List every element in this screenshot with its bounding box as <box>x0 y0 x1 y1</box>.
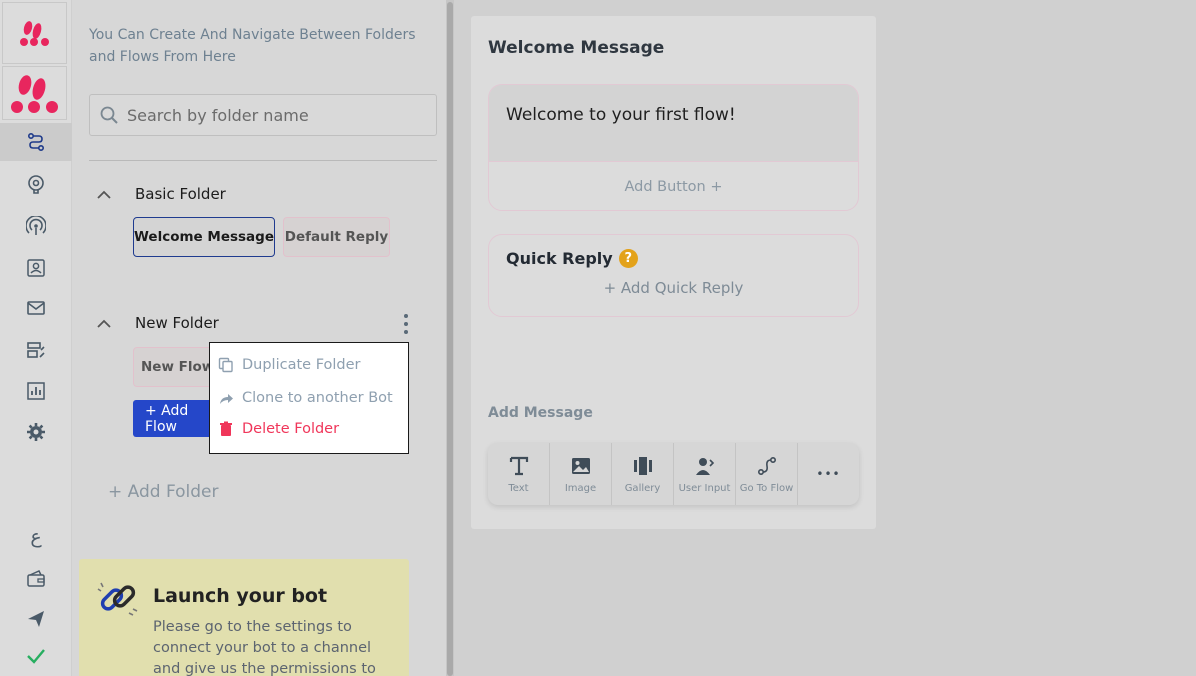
folder-new[interactable]: New Folder <box>89 313 219 333</box>
add-message-label: Add Message <box>488 405 593 421</box>
tool-text[interactable]: Text <box>488 443 550 505</box>
rail-mail[interactable] <box>0 289 72 327</box>
folder-name: New Folder <box>135 314 219 332</box>
chevron-up-icon[interactable] <box>89 184 119 204</box>
left-rail: ع <box>0 0 72 676</box>
panel-intro: You Can Create And Navigate Between Fold… <box>89 27 416 65</box>
share-icon <box>220 394 233 404</box>
add-folder-button[interactable]: + Add Folder <box>108 482 219 502</box>
flow-chip-default-reply[interactable]: Default Reply <box>283 217 390 257</box>
brand-logo-icon <box>19 21 49 46</box>
folder-context-menu: Duplicate Folder Clone to another Bot De… <box>209 342 409 454</box>
broadcast-icon <box>26 216 46 235</box>
contacts-icon <box>27 259 45 277</box>
rail-contacts[interactable] <box>0 249 72 287</box>
flow-chip-welcome-message[interactable]: Welcome Message <box>133 217 275 257</box>
settings-icon <box>27 423 45 441</box>
flows-icon <box>27 132 45 152</box>
rail-language[interactable]: ع <box>0 518 72 556</box>
rail-check[interactable] <box>0 637 72 675</box>
flow-chip-new-flow[interactable]: New Flow <box>133 347 213 387</box>
tool-label: Gallery <box>624 482 661 494</box>
menu-item-label: Clone to another Bot <box>242 390 393 406</box>
tool-go-to-flow[interactable]: Go To Flow <box>736 443 798 505</box>
divider <box>89 160 437 161</box>
launch-text: Please go to the settings to connect you… <box>153 619 376 676</box>
image-icon <box>571 457 590 474</box>
rail-integrations[interactable] <box>0 331 72 369</box>
rail-settings[interactable] <box>0 413 72 451</box>
flow-title: Welcome Message <box>488 38 665 58</box>
send-icon <box>28 611 44 627</box>
rail-broadcast[interactable] <box>0 207 72 245</box>
menu-item-label: Delete Folder <box>242 421 340 437</box>
message-text[interactable]: Welcome to your first flow! <box>489 85 858 161</box>
user-input-icon <box>695 457 714 475</box>
check-icon <box>27 649 45 664</box>
tool-image[interactable]: Image <box>550 443 612 505</box>
menu-clone-to-bot[interactable]: Clone to another Bot <box>218 390 393 406</box>
tool-gallery[interactable]: Gallery <box>612 443 674 505</box>
folder-search[interactable] <box>89 94 437 136</box>
gallery-icon <box>633 456 652 475</box>
wallet-icon <box>27 570 45 587</box>
copy-icon <box>218 357 233 373</box>
chevron-up-icon[interactable] <box>89 313 119 333</box>
menu-duplicate-folder[interactable]: Duplicate Folder <box>218 357 361 373</box>
message-type-toolbar: Text Image Gallery User Input Go To Flow… <box>488 443 859 505</box>
help-icon[interactable]: ? <box>618 249 638 268</box>
quick-reply-title: Quick Reply ? <box>506 249 638 268</box>
trash-icon <box>220 421 232 436</box>
brand-logo-large[interactable] <box>2 66 67 120</box>
folder-basic[interactable]: Basic Folder <box>89 184 226 204</box>
language-icon: ع <box>30 526 42 548</box>
tool-label: Text <box>508 482 529 494</box>
text-icon <box>509 456 528 475</box>
menu-item-label: Duplicate Folder <box>242 357 361 373</box>
more-icon: ••• <box>816 467 841 481</box>
ai-brain-icon <box>28 175 44 194</box>
launch-title: Launch your bot <box>153 585 328 607</box>
tool-user-input[interactable]: User Input <box>674 443 736 505</box>
brand-logo-large-icon <box>10 75 58 113</box>
folder-name: Basic Folder <box>135 185 226 203</box>
rail-ai[interactable] <box>0 165 72 203</box>
rail-analytics[interactable] <box>0 372 72 410</box>
quick-reply-label: Quick Reply <box>506 249 613 268</box>
add-button[interactable]: Add Button + <box>489 162 858 195</box>
tool-label: Image <box>564 482 597 494</box>
message-block[interactable]: Welcome to your first flow! Add Button + <box>488 84 859 211</box>
flow-editor-card: Welcome Message Welcome to your first fl… <box>471 16 876 529</box>
rail-send[interactable] <box>0 600 72 638</box>
add-quick-reply-button[interactable]: + Add Quick Reply <box>489 279 858 297</box>
menu-delete-folder[interactable]: Delete Folder <box>218 421 339 437</box>
brand-logo[interactable] <box>2 2 67 64</box>
rail-flows[interactable] <box>0 123 72 161</box>
search-input[interactable] <box>127 105 427 125</box>
rail-wallet[interactable] <box>0 560 72 598</box>
analytics-icon <box>27 382 45 400</box>
quick-reply-block: Quick Reply ? + Add Quick Reply <box>488 234 859 317</box>
panel-scrollbar[interactable] <box>446 0 454 676</box>
tool-label: Go To Flow <box>739 482 794 494</box>
mail-icon <box>27 301 45 315</box>
go-to-flow-icon <box>757 456 776 475</box>
folders-panel: You Can Create And Navigate Between Fold… <box>72 0 447 676</box>
more-tools-button[interactable]: ••• <box>798 443 859 505</box>
folder-options-icon[interactable] <box>398 312 414 336</box>
launch-bot-card: Launch your bot Please go to the setting… <box>79 559 409 676</box>
tool-label: User Input <box>678 482 731 494</box>
search-icon <box>100 106 118 124</box>
link-icon <box>97 582 138 616</box>
integrations-icon <box>27 342 45 358</box>
